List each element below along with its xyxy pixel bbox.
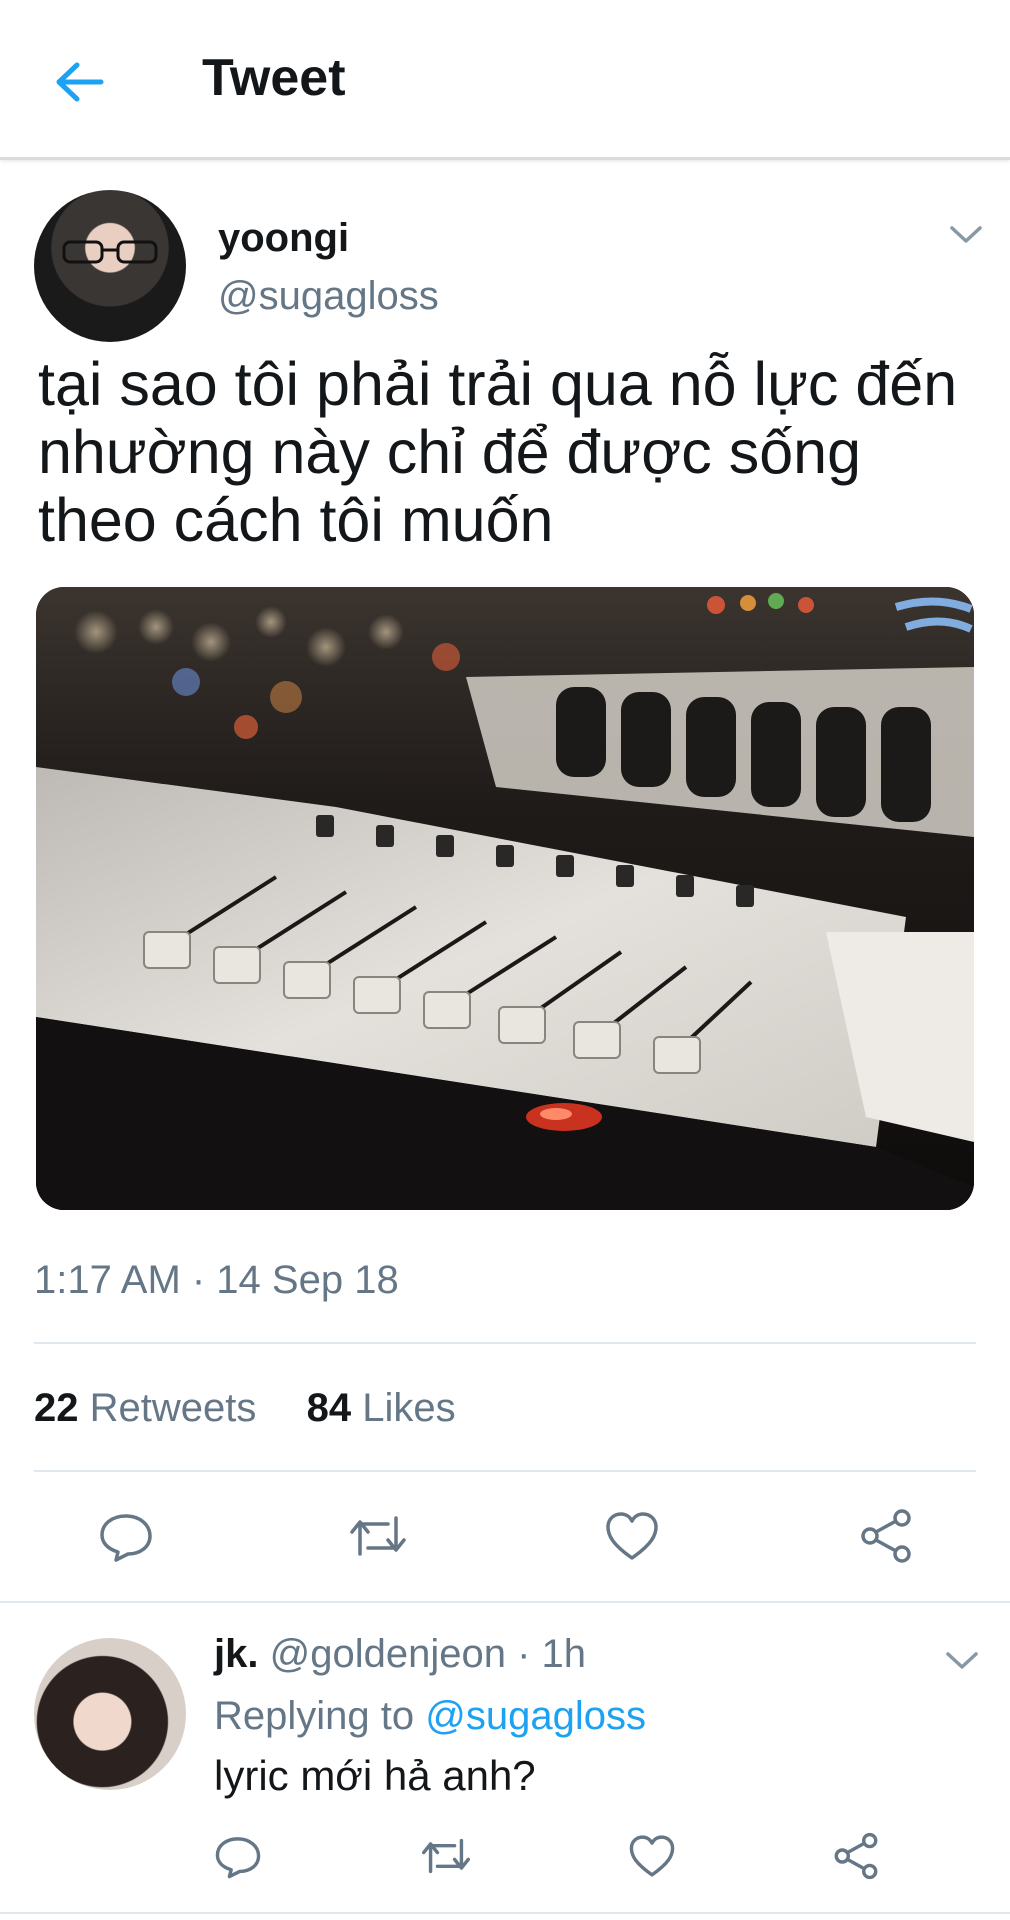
- retweet-count: 22: [34, 1386, 79, 1430]
- reply-share-button[interactable]: [828, 1828, 884, 1884]
- like-label: Likes: [362, 1386, 456, 1430]
- reply-like-button[interactable]: [624, 1828, 680, 1884]
- top-bar: Tweet: [0, 0, 1010, 160]
- author-handle[interactable]: @sugagloss: [218, 274, 439, 319]
- divider: [34, 1470, 976, 1472]
- retweet-icon: [350, 1516, 406, 1556]
- chevron-down-icon[interactable]: [942, 1640, 982, 1680]
- tweet-text: tại sao tôi phải trải qua nỗ lực đến như…: [38, 350, 958, 554]
- author-name[interactable]: yoongi: [218, 216, 349, 261]
- replying-to-mention[interactable]: @sugagloss: [425, 1694, 646, 1738]
- like-icon: [606, 1512, 658, 1560]
- arrow-left-icon: [56, 62, 104, 102]
- glasses-graphic: [62, 240, 158, 264]
- chevron-down-icon[interactable]: [946, 214, 986, 254]
- like-button[interactable]: [602, 1506, 662, 1566]
- tweet-image[interactable]: [36, 587, 974, 1210]
- share-icon: [834, 1832, 878, 1880]
- reply-button[interactable]: [96, 1506, 156, 1566]
- reply-icon: [215, 1837, 261, 1879]
- reply-header: jk. @goldenjeon · 1h: [214, 1632, 586, 1677]
- reply-text: lyric mới hả anh?: [214, 1752, 536, 1799]
- share-icon: [861, 1509, 911, 1563]
- divider: [34, 1342, 976, 1344]
- mixing-console-image: [36, 587, 974, 1210]
- divider: [0, 1912, 1010, 1914]
- tweet-timestamp: 1:17 AM · 14 Sep 18: [34, 1258, 399, 1302]
- share-button[interactable]: [856, 1506, 916, 1566]
- reply-reply-button[interactable]: [210, 1828, 266, 1884]
- divider: [0, 1601, 1010, 1603]
- retweet-icon: [422, 1838, 470, 1874]
- reply-icon: [100, 1514, 152, 1562]
- likes-stat[interactable]: 84 Likes: [307, 1386, 456, 1430]
- reply-meta: @goldenjeon · 1h: [269, 1632, 586, 1676]
- replying-to-line: Replying to @sugagloss: [214, 1694, 646, 1739]
- tweet-stats: 22 Retweets 84 Likes: [34, 1386, 456, 1431]
- reply-author-avatar[interactable]: [34, 1638, 186, 1790]
- author-avatar[interactable]: [34, 190, 186, 342]
- reply-author-name[interactable]: jk.: [214, 1632, 258, 1676]
- retweet-button[interactable]: [348, 1506, 408, 1566]
- reply-retweet-button[interactable]: [418, 1828, 474, 1884]
- back-button[interactable]: [48, 50, 112, 114]
- retweets-stat[interactable]: 22 Retweets: [34, 1386, 256, 1430]
- page-title: Tweet: [202, 49, 346, 107]
- replying-prefix: Replying to: [214, 1694, 415, 1738]
- like-icon: [629, 1835, 675, 1877]
- like-count: 84: [306, 1386, 352, 1430]
- retweet-label: Retweets: [89, 1386, 257, 1430]
